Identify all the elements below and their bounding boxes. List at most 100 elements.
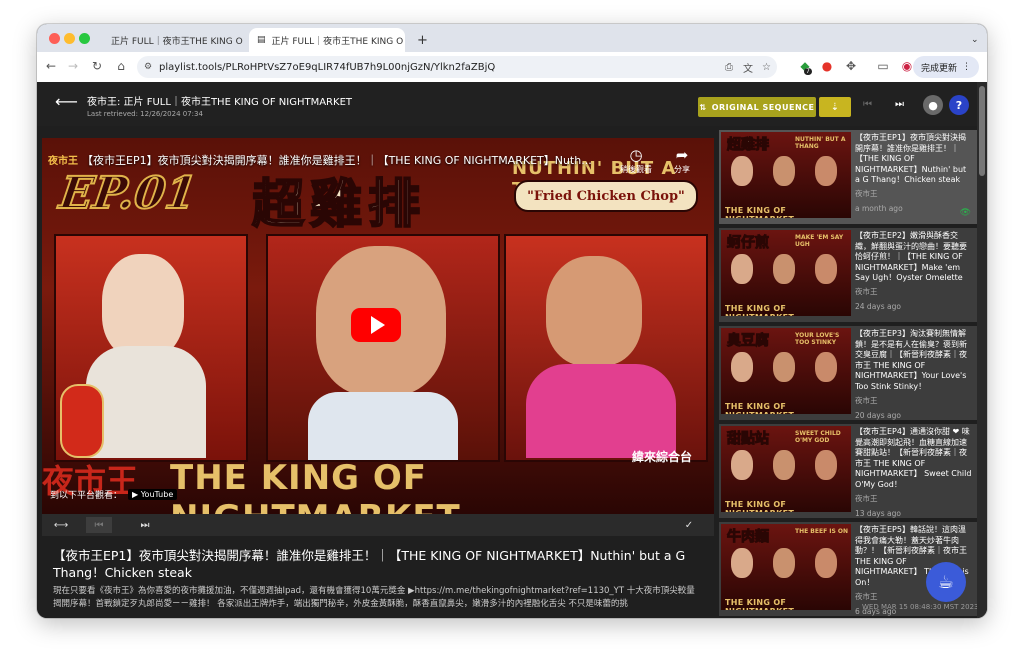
bookmark-star-icon[interactable]: ☆ <box>762 62 771 73</box>
translate-icon[interactable]: 文 <box>743 60 753 75</box>
last-retrieved: Last retrieved: 12/26/2024 07:34 <box>87 110 203 118</box>
host-face <box>731 548 753 578</box>
watch-later-button[interactable]: ◷ 稍後觀看 <box>620 146 652 175</box>
update-button[interactable]: 完成更新 ⋮ <box>912 56 979 78</box>
page-scrollbar[interactable] <box>977 82 987 618</box>
share-arrow-icon: ➦ <box>675 146 689 164</box>
lantern-decoration <box>60 384 104 458</box>
host-face <box>546 256 642 366</box>
playlist-item-channel: 夜市王 <box>855 188 878 198</box>
station-logo: 緯來綜合台 <box>632 450 693 464</box>
skip-previous-icon[interactable]: ⏮ <box>863 99 872 110</box>
address-bar[interactable]: ⚙ playlist.tools/PLRoHPtVsZ7oE9qLIR74fUB… <box>137 56 777 78</box>
thumbnail-headline: 超雞排 <box>251 174 427 236</box>
checkmark-icon[interactable]: ✓ <box>676 517 702 533</box>
playlist-item-title: 【夜市王EP4】通通沒你甜 ❤ 味覺高潮即刻起飛！血糖直線加速賽甜點站！【新晉利… <box>855 427 972 489</box>
cast-icon[interactable]: ▭ <box>875 59 891 73</box>
install-icon[interactable]: ⎙ <box>725 62 733 73</box>
extension-badge: 7 <box>804 68 812 75</box>
close-window-dot[interactable] <box>49 33 60 44</box>
playlist-thumbnail: 甜點站 SWEET CHILD O'MY GOD THE KING OF NIG… <box>721 426 851 512</box>
youtube-logo-text: YouTube <box>140 490 174 499</box>
browser-window: 正片 FULL｜夜市王THE KING O ✕ ▤ 正片 FULL｜夜市王THE… <box>37 24 987 618</box>
site-info-icon[interactable]: ⚙ <box>144 62 152 72</box>
scrollbar-thumb[interactable] <box>979 86 985 176</box>
back-arrow-icon[interactable]: ⟵ <box>55 92 78 111</box>
page-title: 夜市王: 正片 FULL｜夜市王THE KING OF NIGHTMARKET <box>87 97 352 108</box>
player-controls: ⟷ ⏮ ⏭ ✓ <box>42 514 714 536</box>
menu-kebab-icon: ⋮ <box>962 62 971 72</box>
watch-later-label: 稍後觀看 <box>620 165 652 174</box>
share-label: 分享 <box>674 165 690 174</box>
youtube-play-button[interactable] <box>351 308 401 342</box>
tab-search-icon[interactable]: ⌄ <box>963 28 983 52</box>
reload-icon[interactable]: ↻ <box>89 59 105 73</box>
playlist-item-channel: 夜市王 <box>855 395 878 405</box>
playlist-item[interactable]: 臭豆腐 YOUR LOVE'S TOO STINKY THE KING OF N… <box>719 326 977 420</box>
playlist-thumbnail: 超雞排 NUTHIN' BUT A THANG THE KING OF NIGH… <box>721 132 851 218</box>
skip-next-icon[interactable]: ⏭ <box>895 99 904 110</box>
watch-on-youtube[interactable]: 到以下平台觀看： ▶ YouTube <box>50 488 178 501</box>
tab-title: 正片 FULL｜夜市王THE KING O <box>271 36 404 47</box>
host-panel-center <box>266 234 500 462</box>
host-face <box>815 548 837 578</box>
coffee-cup-button[interactable]: ☕ <box>926 562 966 602</box>
sort-desc-icon: ⇣ <box>830 101 840 113</box>
sort-order-button[interactable]: ⇣ <box>819 97 851 117</box>
playlist-item-date: 13 days ago <box>855 508 901 518</box>
playlist-item-date: 20 days ago <box>855 410 901 420</box>
thumbnail-episode-text: EP.01 <box>55 167 200 220</box>
coffee-cup-icon: ☕ <box>937 571 955 593</box>
video-title-overlay[interactable]: 【夜市王EP1】夜市頂尖對決揭開序幕！誰准你是雞排王！｜【THE KING OF… <box>82 152 622 168</box>
person-icon: ● <box>928 98 938 112</box>
thumbnail-headline: 超雞排 <box>727 137 770 154</box>
new-tab-button[interactable]: + <box>409 28 429 52</box>
page-favicon-icon: ▤ <box>257 35 266 45</box>
playlist-item-info: 【夜市王EP2】嫩滑與酥香交織，鮮翻與蛋汁的戀曲！要聽要恰蚵仔煎！｜【THE K… <box>855 231 973 311</box>
thumbnail-dish-label: "Fried Chicken Chop" <box>514 180 698 212</box>
playlist-item-info: 【夜市王EP3】淘汰賽制無情解鎖！是不是有人在偷臭？褒到新交臭豆腐｜【新晉利夜酵… <box>855 329 973 420</box>
share-button[interactable]: ➦ 分享 <box>674 146 690 175</box>
tab-1[interactable]: 正片 FULL｜夜市王THE KING O ✕ <box>97 28 247 52</box>
adblock-extension-icon[interactable]: ● <box>819 59 835 73</box>
host-body <box>308 392 458 460</box>
watch-on-label: 到以下平台觀看： <box>50 491 123 501</box>
thumbnail-show-title: THE KING OF NIGHTMARKET <box>725 598 794 610</box>
video-player[interactable]: EP.01 超雞排 NUTHIN' BUT A THANG "Fried Chi… <box>42 138 714 514</box>
original-sequence-button[interactable]: ⇅ ORIGINAL SEQUENCE <box>698 97 816 117</box>
tab-2[interactable]: ▤ 正片 FULL｜夜市王THE KING O ✕ <box>249 28 405 52</box>
host-face <box>102 254 184 358</box>
previous-video-icon[interactable]: ⏮ <box>86 517 112 533</box>
host-panel-left <box>54 234 248 462</box>
playlist-thumbnail: 蚵仔煎 MAKE 'EM SAY UGH THE KING OF NIGHTMA… <box>721 230 851 316</box>
minimize-window-dot[interactable] <box>64 33 75 44</box>
host-face <box>773 156 795 186</box>
host-face <box>731 156 753 186</box>
host-face <box>815 450 837 480</box>
extensions-puzzle-icon[interactable]: ✥ <box>843 59 859 73</box>
playlist-item-info: 【夜市王EP1】夜市頂尖對決揭開序幕！誰准你是雞排王！｜【THE KING OF… <box>855 133 973 213</box>
system-clock: WED MAR 15 08:48:30 MST 2023 <box>862 603 979 611</box>
fit-width-icon[interactable]: ⟷ <box>48 517 74 533</box>
back-arrow-icon[interactable]: ← <box>43 59 59 73</box>
thumbnail-subtitle: SWEET CHILD O'MY GOD <box>795 430 841 444</box>
video-description-body: 現在只要看《夜市王》為你喜愛的夜市攤援加油，不僅週週抽Ipad，還有機會獲得10… <box>53 586 695 609</box>
thumbnail-show-title: THE KING OF NIGHTMARKET <box>725 402 794 414</box>
playlist-item[interactable]: 超雞排 NUTHIN' BUT A THANG THE KING OF NIGH… <box>719 130 977 224</box>
playlist-item-date: a month ago <box>855 203 903 213</box>
home-icon[interactable]: ⌂ <box>113 59 129 73</box>
host-body <box>86 346 206 458</box>
sort-icon: ⇅ <box>699 102 707 112</box>
account-avatar[interactable]: ● <box>923 95 943 115</box>
playlist-item-title: 【夜市王EP3】淘汰賽制無情解鎖！是不是有人在偷臭？褒到新交臭豆腐｜【新晉利夜酵… <box>855 329 967 391</box>
thumbnail-show-title: THE KING OF NIGHTMARKET <box>725 500 794 512</box>
zoom-window-dot[interactable] <box>79 33 90 44</box>
host-face <box>731 352 753 382</box>
playlist-item[interactable]: 甜點站 SWEET CHILD O'MY GOD THE KING OF NIG… <box>719 424 977 518</box>
playlist-item[interactable]: 蚵仔煎 MAKE 'EM SAY UGH THE KING OF NIGHTMA… <box>719 228 977 322</box>
next-video-icon[interactable]: ⏭ <box>132 517 158 533</box>
forward-arrow-icon[interactable]: → <box>65 59 81 73</box>
playlist-item-channel: 夜市王 <box>855 493 878 503</box>
help-button[interactable]: ? <box>949 95 969 115</box>
channel-logo[interactable]: 夜市王 <box>48 152 78 167</box>
